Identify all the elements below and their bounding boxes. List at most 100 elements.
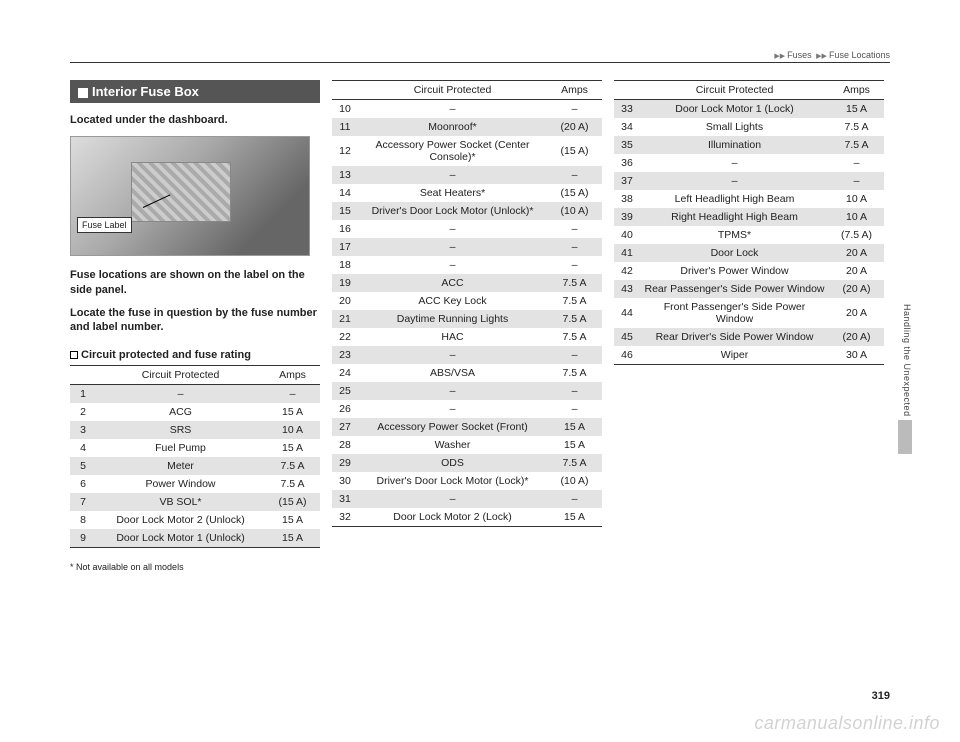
fuse-number: 12 bbox=[332, 136, 358, 166]
fuse-amps: – bbox=[547, 382, 602, 400]
fuse-circuit: Small Lights bbox=[640, 118, 829, 136]
fuse-number: 30 bbox=[332, 472, 358, 490]
fuse-circuit: Driver's Door Lock Motor (Unlock)* bbox=[358, 202, 547, 220]
fuse-circuit: Door Lock Motor 2 (Unlock) bbox=[96, 511, 265, 529]
table-row: 3SRS10 A bbox=[70, 421, 320, 439]
table-row: 38Left Headlight High Beam10 A bbox=[614, 190, 884, 208]
fuse-amps: – bbox=[829, 154, 884, 172]
fuse-number: 14 bbox=[332, 184, 358, 202]
fuse-number: 25 bbox=[332, 382, 358, 400]
side-tab-marker bbox=[898, 420, 912, 454]
fuse-number: 41 bbox=[614, 244, 640, 262]
fuse-circuit: Door Lock bbox=[640, 244, 829, 262]
fuse-number: 43 bbox=[614, 280, 640, 298]
fuse-number: 20 bbox=[332, 292, 358, 310]
fuse-amps: 7.5 A bbox=[547, 364, 602, 382]
table-row: 27Accessory Power Socket (Front)15 A bbox=[332, 418, 602, 436]
fuse-amps: 15 A bbox=[547, 436, 602, 454]
fuse-number: 32 bbox=[332, 508, 358, 527]
fuse-amps: 20 A bbox=[829, 244, 884, 262]
fuse-circuit: Door Lock Motor 1 (Unlock) bbox=[96, 529, 265, 548]
fuse-circuit: Rear Passenger's Side Power Window bbox=[640, 280, 829, 298]
fuse-amps: 7.5 A bbox=[547, 292, 602, 310]
fuse-circuit: Door Lock Motor 2 (Lock) bbox=[358, 508, 547, 527]
fuse-circuit: VB SOL* bbox=[96, 493, 265, 511]
fuse-circuit: Driver's Power Window bbox=[640, 262, 829, 280]
fuse-amps: 15 A bbox=[547, 418, 602, 436]
fuse-number: 18 bbox=[332, 256, 358, 274]
fuse-amps: (20 A) bbox=[829, 328, 884, 346]
fuse-number: 11 bbox=[332, 118, 358, 136]
col-amps: Amps bbox=[547, 81, 602, 100]
fuse-amps: – bbox=[547, 256, 602, 274]
fuse-number: 22 bbox=[332, 328, 358, 346]
fuse-number: 44 bbox=[614, 298, 640, 328]
table-row: 46Wiper30 A bbox=[614, 346, 884, 365]
section-title: Interior Fuse Box bbox=[92, 84, 199, 99]
fuse-circuit: Right Headlight High Beam bbox=[640, 208, 829, 226]
fuse-amps: 15 A bbox=[265, 529, 320, 548]
table-row: 36–– bbox=[614, 154, 884, 172]
table-row: 4Fuel Pump15 A bbox=[70, 439, 320, 457]
sub-heading: Circuit protected and fuse rating bbox=[70, 349, 320, 361]
fuse-table-3: Circuit Protected Amps 33Door Lock Motor… bbox=[614, 80, 884, 365]
fuse-number: 37 bbox=[614, 172, 640, 190]
fuse-amps: 7.5 A bbox=[265, 457, 320, 475]
fuse-amps: 15 A bbox=[265, 403, 320, 421]
table-row: 16–– bbox=[332, 220, 602, 238]
fuse-number: 33 bbox=[614, 100, 640, 119]
crumb-2: Fuse Locations bbox=[829, 50, 890, 60]
fuse-number: 10 bbox=[332, 100, 358, 119]
col-circuit: Circuit Protected bbox=[358, 81, 547, 100]
col-amps: Amps bbox=[829, 81, 884, 100]
fuse-amps: 15 A bbox=[829, 100, 884, 119]
fuse-number: 29 bbox=[332, 454, 358, 472]
table-row: 13–– bbox=[332, 166, 602, 184]
fuse-circuit: Fuel Pump bbox=[96, 439, 265, 457]
fuse-amps: 15 A bbox=[547, 508, 602, 527]
table-row: 17–– bbox=[332, 238, 602, 256]
table-row: 12Accessory Power Socket (Center Console… bbox=[332, 136, 602, 166]
fuse-number: 6 bbox=[70, 475, 96, 493]
table-row: 44Front Passenger's Side Power Window20 … bbox=[614, 298, 884, 328]
fuse-circuit: TPMS* bbox=[640, 226, 829, 244]
fuse-circuit: Daytime Running Lights bbox=[358, 310, 547, 328]
fuse-circuit: Wiper bbox=[640, 346, 829, 365]
fuse-number: 27 bbox=[332, 418, 358, 436]
fuse-amps: (15 A) bbox=[547, 184, 602, 202]
table-row: 35Illumination7.5 A bbox=[614, 136, 884, 154]
col-circuit: Circuit Protected bbox=[96, 366, 265, 385]
table-row: 15Driver's Door Lock Motor (Unlock)*(10 … bbox=[332, 202, 602, 220]
table-row: 40TPMS*(7.5 A) bbox=[614, 226, 884, 244]
fuse-number: 46 bbox=[614, 346, 640, 365]
fuse-number: 23 bbox=[332, 346, 358, 364]
fuse-amps: – bbox=[547, 100, 602, 119]
fuse-amps: 10 A bbox=[265, 421, 320, 439]
fuse-circuit: Left Headlight High Beam bbox=[640, 190, 829, 208]
fuse-number: 36 bbox=[614, 154, 640, 172]
fuse-circuit: Driver's Door Lock Motor (Lock)* bbox=[358, 472, 547, 490]
table-row: 43Rear Passenger's Side Power Window(20 … bbox=[614, 280, 884, 298]
fuse-circuit: HAC bbox=[358, 328, 547, 346]
fuse-circuit: ODS bbox=[358, 454, 547, 472]
fuse-circuit: Washer bbox=[358, 436, 547, 454]
table-row: 7VB SOL*(15 A) bbox=[70, 493, 320, 511]
fuse-amps: 7.5 A bbox=[547, 310, 602, 328]
fuse-circuit: – bbox=[358, 238, 547, 256]
table-row: 26–– bbox=[332, 400, 602, 418]
fuse-amps: 10 A bbox=[829, 190, 884, 208]
footnote: * Not available on all models bbox=[70, 562, 320, 572]
fuse-amps: 15 A bbox=[265, 511, 320, 529]
fuse-circuit: ACC bbox=[358, 274, 547, 292]
fuse-circuit: – bbox=[358, 346, 547, 364]
fuse-amps: – bbox=[547, 220, 602, 238]
table-row: 20ACC Key Lock7.5 A bbox=[332, 292, 602, 310]
fuse-amps: – bbox=[265, 385, 320, 404]
table-row: 45Rear Driver's Side Power Window(20 A) bbox=[614, 328, 884, 346]
fuse-amps: (20 A) bbox=[829, 280, 884, 298]
fuse-circuit: – bbox=[358, 256, 547, 274]
breadcrumb: Fuses Fuse Locations bbox=[772, 50, 890, 60]
table-row: 29ODS7.5 A bbox=[332, 454, 602, 472]
figure-label: Fuse Label bbox=[77, 217, 132, 233]
fuse-amps: (15 A) bbox=[265, 493, 320, 511]
